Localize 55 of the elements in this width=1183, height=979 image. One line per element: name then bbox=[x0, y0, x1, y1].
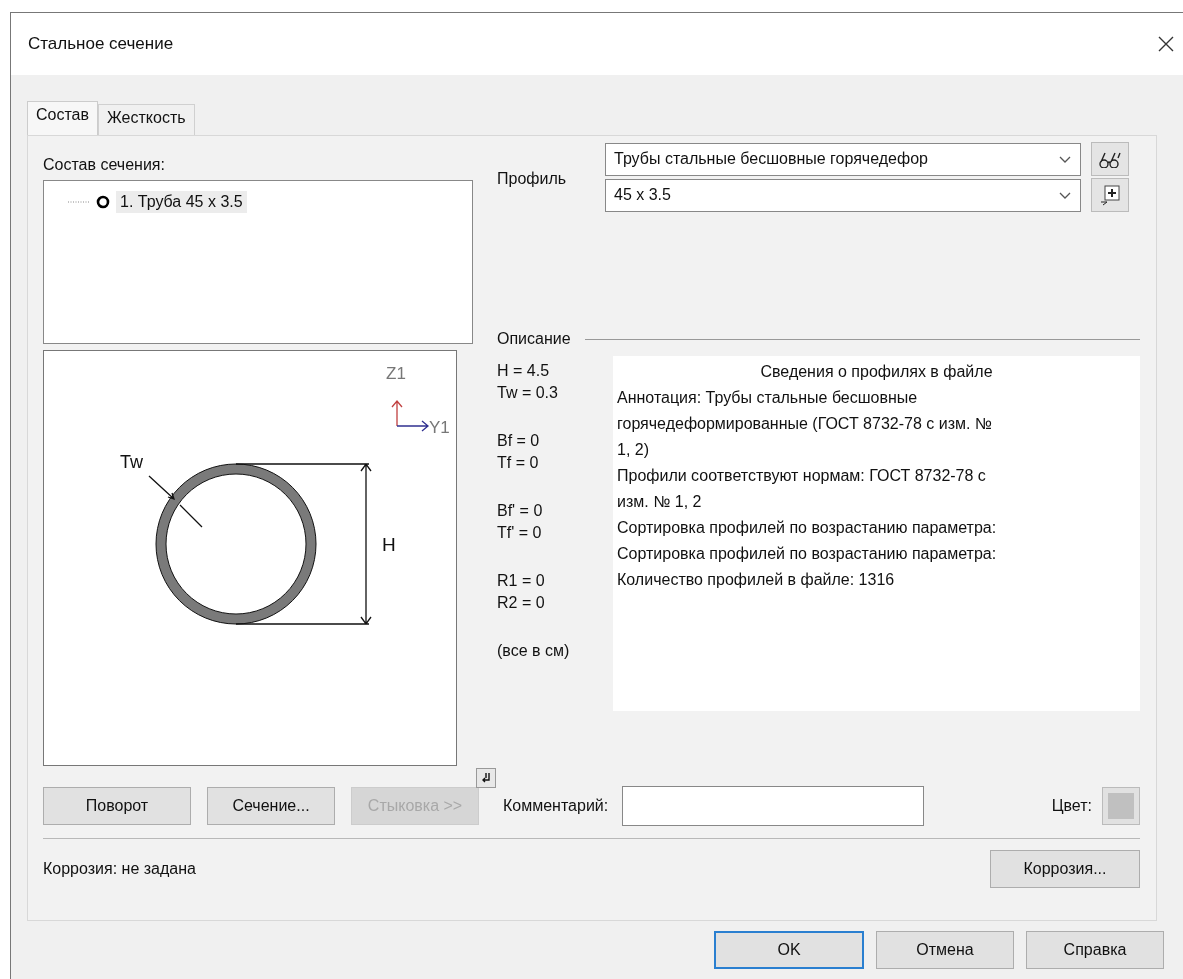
ring-icon bbox=[96, 195, 110, 209]
corrosion-button[interactable]: Коррозия... bbox=[990, 850, 1140, 888]
info-line: Сортировка профилей по возрастанию параметра: bbox=[617, 544, 998, 564]
parameter-value: Tw = 0.3 bbox=[497, 383, 559, 403]
description-label: Описание bbox=[497, 330, 571, 348]
dialog-button[interactable]: OK bbox=[714, 931, 864, 969]
glasses-button[interactable] bbox=[1091, 142, 1129, 176]
plus-window-icon bbox=[1099, 184, 1121, 206]
info-title: Сведения о профилях в файле bbox=[760, 362, 993, 382]
height-label: H bbox=[382, 534, 396, 555]
action-button[interactable]: Сечение... bbox=[207, 787, 335, 825]
dialog-button[interactable]: Отмена bbox=[876, 931, 1014, 969]
parameter-value: Bf = 0 bbox=[497, 431, 541, 451]
color-label: Цвет: bbox=[1051, 797, 1092, 815]
info-line: горячедеформированные (ГОСТ 8732-78 с изм. № bbox=[617, 414, 994, 434]
window-title: Стальное сечение bbox=[28, 34, 174, 54]
profile-family-dropdown[interactable]: Трубы стальные бесшовные горячедефор bbox=[605, 142, 1081, 176]
info-line: 1, 2) bbox=[617, 440, 650, 460]
dialog-button[interactable]: Справка bbox=[1026, 931, 1164, 969]
parameter-value: (все в см) bbox=[497, 641, 571, 661]
info-line: изм. № 1, 2 bbox=[617, 492, 703, 512]
info-line: Аннотация: Трубы стальные бесшовные bbox=[617, 388, 919, 408]
return-arrow-icon bbox=[480, 772, 492, 784]
comment-field[interactable] bbox=[622, 786, 925, 826]
chevron-down-icon bbox=[1058, 154, 1072, 164]
parameter-value: R1 = 0 bbox=[497, 571, 546, 591]
tab[interactable]: Состав bbox=[27, 101, 98, 136]
z-axis-arrow bbox=[391, 400, 403, 427]
wall-thickness-arrow bbox=[148, 475, 203, 528]
composition-label: Состав сечения: bbox=[43, 156, 166, 174]
wall-thickness-label: Tw bbox=[120, 452, 143, 472]
info-line: Профили соответствуют нормам: ГОСТ 8732-78 с bbox=[617, 466, 987, 486]
color-picker-button[interactable] bbox=[1102, 787, 1140, 825]
tree-item[interactable]: 1. Труба 45 x 3.5 bbox=[116, 191, 247, 213]
parameter-value: Bf' = 0 bbox=[497, 501, 544, 521]
profile-size-dropdown[interactable]: 45 x 3.5 bbox=[605, 178, 1081, 212]
close-icon[interactable] bbox=[1157, 35, 1175, 53]
tab[interactable]: Жесткость bbox=[98, 104, 195, 135]
corrosion-status: Коррозия: не задана bbox=[43, 860, 196, 878]
axis-label: Y1 bbox=[429, 418, 450, 437]
parameter-value: Tf = 0 bbox=[497, 453, 540, 473]
return-button[interactable] bbox=[476, 768, 496, 788]
parameter-value: R2 = 0 bbox=[497, 593, 546, 613]
comment-label: Комментарий: bbox=[503, 797, 609, 815]
action-button[interactable]: Поворот bbox=[43, 787, 191, 825]
profile-label: Профиль bbox=[497, 170, 568, 189]
parameter-value: Tf' = 0 bbox=[497, 523, 543, 543]
glasses-icon bbox=[1098, 150, 1122, 168]
chevron-down-icon bbox=[1058, 190, 1072, 200]
info-line: Количество профилей в файле: 1316 bbox=[617, 570, 896, 590]
axis-label: Z1 bbox=[386, 364, 406, 383]
parameter-value: H = 4.5 bbox=[497, 361, 551, 381]
info-line: Сортировка профилей по возрастанию параметра: bbox=[617, 518, 998, 538]
y-axis-arrow bbox=[396, 420, 429, 432]
add-profile-button[interactable] bbox=[1091, 178, 1129, 212]
